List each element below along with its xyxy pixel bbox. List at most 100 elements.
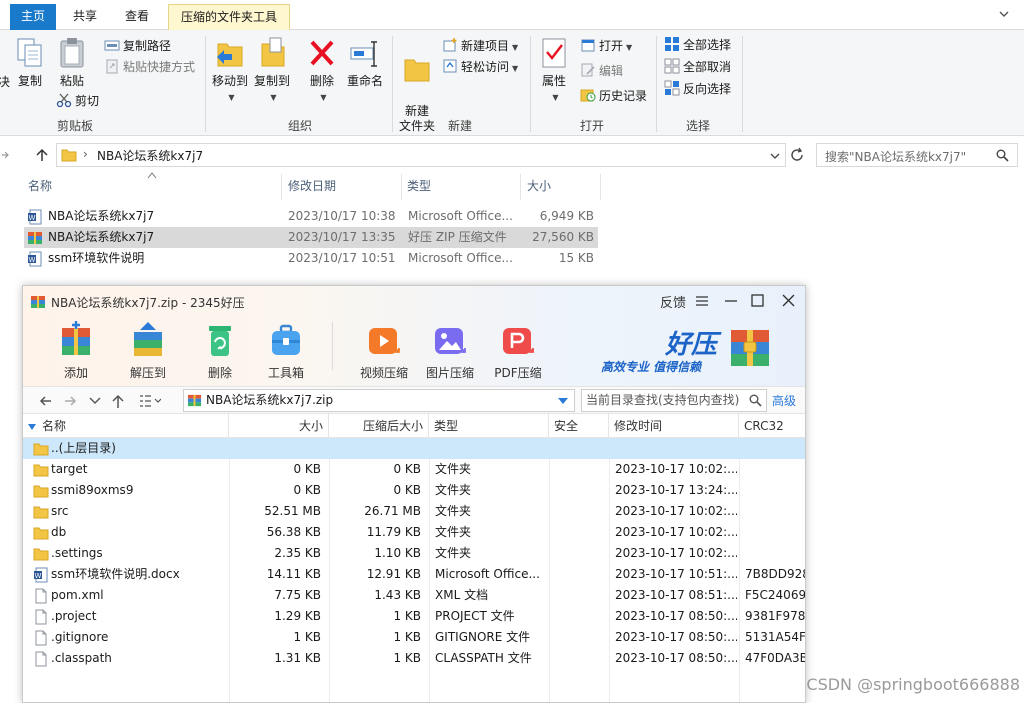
chevron-down-icon[interactable] — [89, 396, 101, 406]
toolbox-label: 工具箱 — [267, 366, 304, 380]
tab-home[interactable]: 主页 — [10, 4, 56, 30]
menu-icon[interactable] — [695, 295, 709, 307]
archive-row[interactable]: .settings 2.35 KB 1.10 KB 文件夹 2023-10-17 10:… — [23, 543, 805, 564]
entry-modified: 2023-10-17 08:50:... — [615, 609, 737, 623]
select-all-button[interactable]: 全部选择 — [664, 35, 731, 55]
up-arrow-icon[interactable] — [34, 147, 50, 163]
entry-type: Microsoft Office... — [435, 567, 540, 581]
chevron-down-icon: ▼ — [228, 93, 235, 102]
open-button[interactable]: 打开 ▼ — [580, 36, 632, 56]
cut-button[interactable]: 剪切 — [56, 91, 99, 111]
parent-directory-row[interactable]: ..(上层目录) — [23, 438, 805, 459]
feedback-link[interactable]: 反馈 — [660, 292, 686, 311]
file-row[interactable]: W ssm环境软件说明 2023/10/17 10:51 Microsoft O… — [24, 248, 598, 269]
forward-arrow-icon[interactable] — [0, 148, 10, 162]
chevron-right-icon[interactable]: › — [83, 147, 88, 161]
zip-archive-icon — [31, 296, 45, 308]
column-header-name[interactable]: 名称 — [37, 414, 229, 438]
archive-path-bar[interactable]: NBA论坛系统kx7j7.zip — [183, 389, 575, 412]
column-header-type[interactable]: 类型 — [429, 414, 549, 438]
entry-type: XML 文档 — [435, 588, 489, 602]
file-row-selected[interactable]: NBA论坛系统kx7j7 2023/10/17 13:35 好压 ZIP 压缩文… — [24, 227, 598, 248]
column-header-date[interactable]: 修改日期 — [284, 174, 402, 200]
archive-row[interactable]: target 0 KB 0 KB 文件夹 2023-10-17 10:02:... — [23, 459, 805, 480]
tab-compressed-folder-tools[interactable]: 压缩的文件夹工具 — [168, 4, 290, 30]
forward-arrow-icon[interactable] — [63, 394, 77, 408]
cut-partial-label[interactable]: 决 — [0, 72, 10, 92]
file-type: Microsoft Office... — [408, 209, 513, 223]
entry-packed-size: 0 KB — [393, 483, 421, 497]
advanced-search-link[interactable]: 高级 — [772, 392, 796, 409]
select-none-icon — [664, 58, 680, 74]
pdf-compress-button[interactable]: PDF压缩 — [483, 320, 553, 381]
archive-row[interactable]: src 52.51 MB 26.71 MB 文件夹 2023-10-17 10:02:.… — [23, 501, 805, 522]
toolbox-button[interactable]: 工具箱 — [251, 320, 321, 381]
toolbox-icon — [272, 324, 300, 355]
search-icon[interactable] — [749, 394, 762, 407]
close-icon[interactable] — [782, 294, 795, 307]
refresh-icon[interactable] — [789, 147, 805, 163]
address-bar[interactable]: › NBA论坛系统kx7j7 — [56, 143, 786, 167]
column-header-security[interactable]: 安全 — [549, 414, 609, 438]
archive-row[interactable]: .project 1.29 KB 1 KB PROJECT 文件 2023-10-17 … — [23, 606, 805, 627]
file-size: 6,949 KB — [539, 209, 594, 223]
search-icon[interactable] — [996, 149, 1009, 162]
history-button[interactable]: 历史记录 — [580, 86, 647, 106]
tab-share[interactable]: 共享 — [62, 4, 108, 30]
image-compress-button[interactable]: 图片压缩 — [415, 320, 485, 381]
entry-name: db — [51, 525, 67, 539]
new-item-button[interactable]: 新建项目 ▼ — [442, 36, 518, 56]
back-arrow-icon[interactable] — [39, 394, 53, 408]
extract-to-button[interactable]: 解压到 — [113, 320, 183, 381]
archive-row[interactable]: ssmi89oxms9 0 KB 0 KB 文件夹 2023-10-17 13:24:.… — [23, 480, 805, 501]
archive-row[interactable]: db 56.38 KB 11.79 KB 文件夹 2023-10-17 10:02:..… — [23, 522, 805, 543]
chevron-down-icon[interactable] — [998, 8, 1010, 20]
paste-button[interactable]: 粘贴 — [56, 36, 88, 89]
edit-button[interactable]: 编辑 — [580, 61, 623, 81]
move-to-label: 移动到 — [211, 74, 248, 88]
archive-row[interactable]: .classpath 1.31 KB 1 KB CLASSPATH 文件 2023-10… — [23, 648, 805, 669]
search-input[interactable]: 搜索"NBA论坛系统kx7j7" — [816, 143, 1018, 167]
rename-button[interactable]: 重命名 — [344, 36, 386, 89]
select-none-button[interactable]: 全部取消 — [664, 57, 731, 77]
toolbar-separator — [332, 322, 333, 370]
copy-to-button[interactable]: 复制到 ▼ — [252, 36, 292, 105]
entry-modified: 2023-10-17 08:50:... — [615, 651, 737, 665]
zip-delete-button[interactable]: 删除 — [185, 320, 255, 381]
archive-column-headers: 名称 大小 压缩后大小 类型 安全 修改时间 CRC32 — [23, 414, 805, 438]
recycle-bin-icon — [209, 326, 231, 356]
invert-selection-button[interactable]: 反向选择 — [664, 79, 731, 99]
entry-size: 14.11 KB — [266, 567, 321, 581]
folder-icon — [33, 548, 49, 561]
entry-name: .gitignore — [51, 630, 109, 644]
maximize-icon[interactable] — [751, 294, 764, 307]
paste-shortcut-button[interactable]: 粘贴快捷方式 — [104, 57, 195, 77]
column-header-modified[interactable]: 修改时间 — [609, 414, 739, 438]
copy-path-button[interactable]: 复制路径 — [104, 36, 171, 56]
archive-row[interactable]: .gitignore 1 KB 1 KB GITIGNORE 文件 2023-10-17… — [23, 627, 805, 648]
minimize-icon[interactable] — [724, 295, 738, 307]
tab-view[interactable]: 查看 — [114, 4, 160, 30]
archive-search-input[interactable]: 当前目录查找(支持包内查找) — [581, 389, 767, 412]
move-to-button[interactable]: 移动到 ▼ — [210, 36, 250, 105]
up-arrow-icon[interactable] — [111, 393, 125, 409]
column-header-packed-size[interactable]: 压缩后大小 — [329, 414, 429, 438]
copy-button[interactable]: 复制 — [14, 36, 46, 89]
column-header-size[interactable]: 大小 — [523, 174, 601, 200]
easy-access-button[interactable]: 轻松访问 ▼ — [442, 57, 518, 77]
archive-row[interactable]: Wssm环境软件说明.docx 14.11 KB 12.91 KB Microsoft… — [23, 564, 805, 585]
dropdown-arrow-icon[interactable] — [558, 398, 568, 404]
file-row[interactable]: W NBA论坛系统kx7j7 2023/10/17 10:38 Microsof… — [24, 206, 598, 227]
column-header-crc32[interactable]: CRC32 — [739, 414, 805, 438]
column-header-size[interactable]: 大小 — [229, 414, 329, 438]
breadcrumb[interactable]: NBA论坛系统kx7j7 — [97, 147, 203, 164]
add-button[interactable]: 添加 — [41, 320, 111, 381]
column-header-type[interactable]: 类型 — [403, 174, 521, 200]
view-mode-icon[interactable] — [139, 394, 161, 408]
delete-button[interactable]: 删除 ▼ — [306, 36, 338, 105]
properties-button[interactable]: 属性 ▼ — [536, 36, 572, 105]
chevron-down-icon[interactable] — [769, 150, 781, 162]
archive-row[interactable]: pom.xml 7.75 KB 1.43 KB XML 文档 2023-10-17 08… — [23, 585, 805, 606]
video-compress-button[interactable]: 视频压缩 — [349, 320, 419, 381]
clipboard-icon — [60, 38, 84, 68]
